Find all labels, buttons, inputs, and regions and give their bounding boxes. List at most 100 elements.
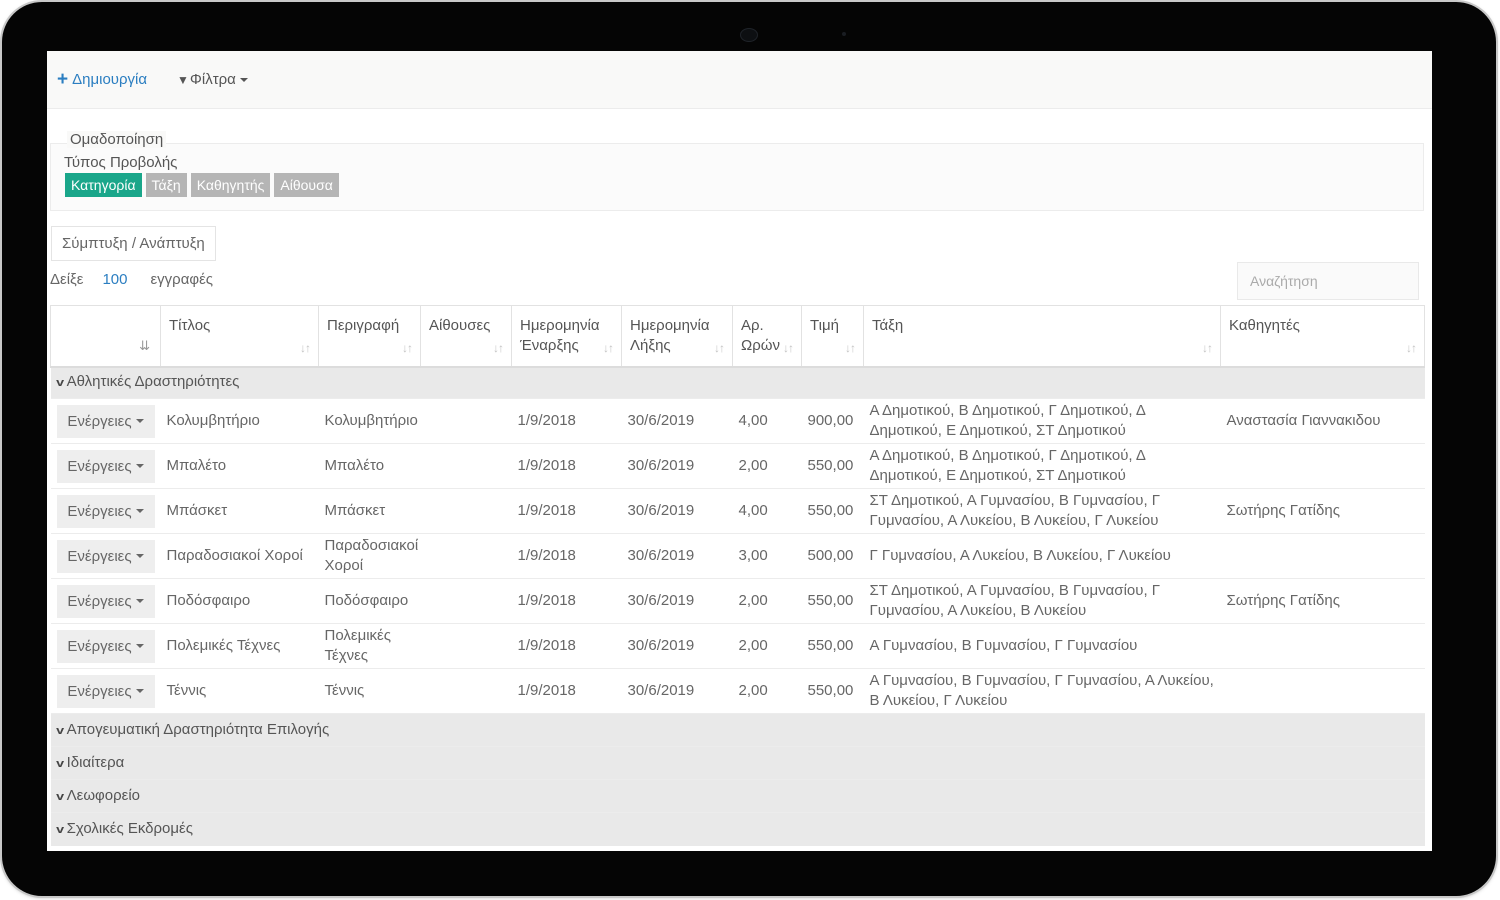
table-row: Ενέργειες Πολεμικές Τέχνες Πολεμικές Τέχνε… — [50, 623, 1425, 669]
cell-start-date: 1/9/2018 — [511, 443, 622, 489]
view-btn-room[interactable]: Αίθουσα — [274, 173, 339, 197]
table-row: Ενέργειες Μπάσκετ Μπάσκετ 1/9/2018 30/6/2019… — [50, 488, 1425, 534]
cell-price: 550,00 — [801, 443, 864, 489]
view-btn-teacher[interactable]: Καθηγητής — [190, 173, 271, 197]
view-type-buttons: Κατηγορία Τάξη Καθηγητής Αίθουσα — [65, 173, 339, 197]
cell-hours: 4,00 — [732, 488, 802, 534]
cell-title: Πολεμικές Τέχνες — [160, 623, 319, 669]
funnel-icon: ▼ — [177, 72, 189, 87]
column-title: Ημερομηνία Έναρξης — [520, 317, 600, 354]
plus-icon: + — [57, 69, 69, 90]
chevron-down-icon[interactable]: v — [56, 721, 64, 741]
group-row[interactable]: v Λεωφορείο — [50, 779, 1425, 813]
cell-rooms — [420, 398, 512, 444]
column-title: Τιμή — [810, 317, 839, 334]
actions-button[interactable]: Ενέργειες — [56, 449, 155, 483]
column-title: Περιγραφή — [327, 317, 400, 334]
length-prefix: Δείξε — [50, 271, 84, 288]
sort-icon: ↓↑ — [1406, 340, 1417, 355]
cell-class: Α Γυμνασίου, Β Γυμνασίου, Γ Γυμνασίου — [863, 623, 1221, 669]
group-cell[interactable]: v Αθλητικές Δραστηριότητες — [50, 366, 1425, 399]
cell-teachers — [1220, 443, 1425, 489]
length-select[interactable]: 100 — [102, 271, 127, 288]
group-cell[interactable]: v Λεωφορείο — [50, 779, 1425, 813]
cell-price: 550,00 — [801, 488, 864, 534]
sort-icon: ↓↑ — [1202, 340, 1213, 355]
cell-class: Α Γυμνασίου, Β Γυμνασίου, Γ Γυμνασίου, Α… — [863, 668, 1221, 714]
cell-start-date: 1/9/2018 — [511, 398, 622, 444]
actions-cell: Ενέργειες — [50, 488, 161, 534]
cell-hours: 2,00 — [732, 668, 802, 714]
collapse-expand-button[interactable]: Σύμπτυξη / Ανάπτυξη — [51, 226, 216, 261]
cell-end-date: 30/6/2019 — [621, 578, 733, 624]
table-row: Ενέργειες Παραδοσιακοί Χοροί Παραδοσιακοί … — [50, 533, 1425, 579]
group-cell[interactable]: v Απογευματική Δραστηριότητα Επιλογής — [50, 713, 1425, 747]
view-btn-class[interactable]: Τάξη — [145, 173, 187, 197]
group-row[interactable]: v Ιδιαίτερα — [50, 746, 1425, 780]
column-header[interactable]: Τάξη ↓↑ — [863, 305, 1221, 368]
cell-description: Παραδοσιακοί Χοροί — [318, 533, 421, 579]
cell-class: Α Δημοτικού, Β Δημοτικού, Γ Δημοτικού, Δ… — [863, 443, 1221, 489]
chevron-down-icon[interactable]: v — [56, 820, 64, 840]
actions-button[interactable]: Ενέργειες — [56, 494, 155, 528]
column-header[interactable]: Τιμή ↓↑ — [801, 305, 864, 368]
cell-rooms — [420, 488, 512, 534]
cell-hours: 2,00 — [732, 623, 802, 669]
cell-title: Μπάσκετ — [160, 488, 319, 534]
chevron-down-icon[interactable]: v — [56, 754, 64, 774]
column-title: Αίθουσες — [429, 317, 491, 334]
caret-down-icon — [135, 509, 144, 513]
view-btn-category[interactable]: Κατηγορία — [65, 173, 142, 197]
sort-icon: ↓↑ — [300, 340, 311, 355]
actions-button[interactable]: Ενέργειες — [56, 584, 155, 618]
chevron-down-icon[interactable]: v — [56, 787, 64, 807]
cell-hours: 2,00 — [732, 578, 802, 624]
cell-description: Μπαλέτο — [318, 443, 421, 489]
group-cell[interactable]: v Ιδιαίτερα — [50, 746, 1425, 780]
actions-button[interactable]: Ενέργειες — [56, 539, 155, 573]
group-row[interactable]: v Σχολικές Εκδρομές — [50, 812, 1425, 846]
cell-description: Μπάσκετ — [318, 488, 421, 534]
search-input[interactable] — [1237, 262, 1419, 300]
column-header[interactable]: Περιγραφή ↓↑ — [318, 305, 421, 368]
cell-description: Πολεμικές Τέχνες — [318, 623, 421, 669]
cell-title: Παραδοσιακοί Χοροί — [160, 533, 319, 579]
column-header[interactable]: Αίθουσες ↓↑ — [420, 305, 512, 368]
data-table: ⇊ Τίτλος ↓↑ Περιγραφή ↓↑ Αίθουσες ↓↑ Ημερομ… — [50, 305, 1425, 846]
cell-end-date: 30/6/2019 — [621, 533, 733, 579]
cell-price: 500,00 — [801, 533, 864, 579]
sensor-dot — [842, 32, 846, 36]
cell-class: ΣΤ Δημοτικού, Α Γυμνασίου, Β Γυμνασίου, … — [863, 578, 1221, 624]
column-title: Τίτλος — [169, 317, 211, 334]
actions-button[interactable]: Ενέργειες — [56, 404, 155, 438]
column-header[interactable]: Ημερομηνία Λήξης ↓↑ — [621, 305, 733, 368]
actions-label: Ενέργειες — [67, 547, 132, 565]
sort-icon: ↓↑ — [603, 340, 614, 355]
column-header-actions[interactable]: ⇊ — [50, 305, 161, 368]
column-header[interactable]: Καθηγητές ↓↑ — [1220, 305, 1425, 368]
cell-price: 550,00 — [801, 623, 864, 669]
actions-button[interactable]: Ενέργειες — [56, 629, 155, 663]
cell-class: Γ Γυμνασίου, Α Λυκείου, Β Λυκείου, Γ Λυκ… — [863, 533, 1221, 579]
group-row[interactable]: v Αθλητικές Δραστηριότητες — [50, 366, 1425, 399]
column-header[interactable]: Αρ. Ωρών ↓↑ — [732, 305, 802, 368]
caret-down-icon — [135, 644, 144, 648]
cell-start-date: 1/9/2018 — [511, 623, 622, 669]
actions-cell: Ενέργειες — [50, 668, 161, 714]
actions-cell: Ενέργειες — [50, 398, 161, 444]
cell-rooms — [420, 668, 512, 714]
actions-cell: Ενέργειες — [50, 578, 161, 624]
actions-label: Ενέργειες — [67, 412, 132, 430]
cell-hours: 2,00 — [732, 443, 802, 489]
cell-end-date: 30/6/2019 — [621, 443, 733, 489]
group-row[interactable]: v Απογευματική Δραστηριότητα Επιλογής — [50, 713, 1425, 747]
group-cell[interactable]: v Σχολικές Εκδρομές — [50, 812, 1425, 846]
cell-title: Κολυμβητήριο — [160, 398, 319, 444]
actions-button[interactable]: Ενέργειες — [56, 674, 155, 708]
column-header[interactable]: Τίτλος ↓↑ — [160, 305, 319, 368]
create-button[interactable]: + Δημιουργία — [57, 70, 147, 89]
caret-down-icon — [239, 77, 248, 82]
chevron-down-icon[interactable]: v — [56, 373, 64, 393]
column-header[interactable]: Ημερομηνία Έναρξης ↓↑ — [511, 305, 622, 368]
filters-dropdown[interactable]: ▼ Φίλτρα — [177, 71, 248, 88]
